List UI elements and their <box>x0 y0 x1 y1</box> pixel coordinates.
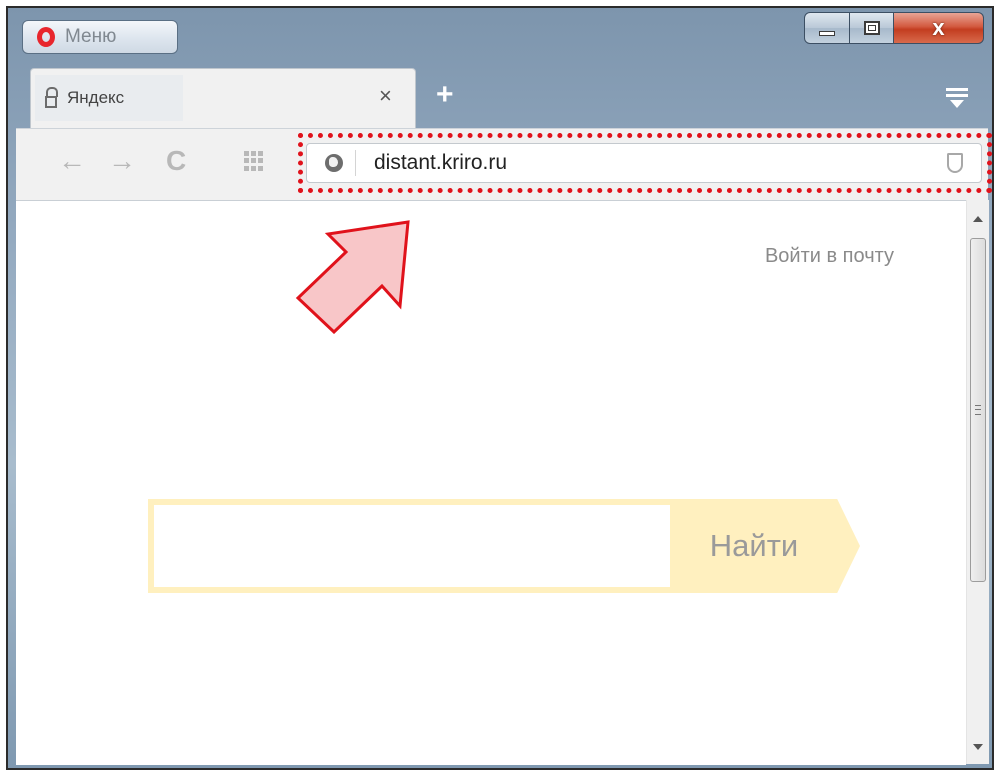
vertical-scrollbar[interactable] <box>966 200 989 764</box>
page-content: Войти в почту Найти <box>16 200 966 765</box>
search-button[interactable]: Найти <box>670 499 860 593</box>
close-window-button[interactable]: x <box>894 12 984 44</box>
new-tab-button[interactable]: + <box>436 80 454 110</box>
search-input[interactable] <box>148 499 670 593</box>
back-button[interactable]: ← <box>58 147 86 175</box>
screenshot-frame: Меню x Яндекс × + ← → C distant.kriro.ru… <box>0 0 1000 776</box>
opera-menu-label: Меню <box>65 26 117 47</box>
window-controls: x <box>804 12 984 48</box>
globe-icon <box>325 154 343 172</box>
tab-title: Яндекс <box>67 88 125 107</box>
opera-menu-button[interactable]: Меню <box>22 20 178 54</box>
reload-button[interactable]: C <box>166 147 186 175</box>
search-form: Найти <box>148 499 860 593</box>
tabs-menu-icon[interactable] <box>946 86 968 108</box>
browser-window: Меню x Яндекс × + ← → C distant.kriro.ru… <box>6 6 994 770</box>
scroll-grip-icon <box>975 405 981 415</box>
minimize-button[interactable] <box>804 12 850 44</box>
scroll-up-arrow-icon[interactable] <box>973 216 983 222</box>
tabs-menu-line <box>946 94 968 97</box>
shield-icon[interactable] <box>947 153 963 173</box>
speed-dial-icon[interactable] <box>244 151 264 171</box>
opera-logo-icon <box>37 27 55 47</box>
address-separator <box>355 150 356 176</box>
maximize-button[interactable] <box>850 12 894 44</box>
close-icon: x <box>932 15 945 40</box>
scrollbar-thumb[interactable] <box>970 238 986 582</box>
tabs-menu-arrow <box>950 100 964 108</box>
tab-header: Яндекс <box>35 75 183 121</box>
maximize-icon <box>863 21 880 35</box>
minimize-icon <box>819 30 835 36</box>
forward-button[interactable]: → <box>108 147 136 175</box>
navigation-toolbar: ← → C distant.kriro.ru <box>16 128 992 201</box>
login-mail-link[interactable]: Войти в почту <box>765 245 894 268</box>
tabs-menu-line <box>946 88 968 91</box>
lock-icon <box>45 87 58 109</box>
address-bar[interactable]: distant.kriro.ru <box>306 143 982 183</box>
tab-close-button[interactable]: × <box>379 85 392 107</box>
address-input[interactable]: distant.kriro.ru <box>374 151 507 175</box>
scroll-down-arrow-icon[interactable] <box>973 744 983 750</box>
red-arrow-annotation-icon <box>295 220 410 334</box>
